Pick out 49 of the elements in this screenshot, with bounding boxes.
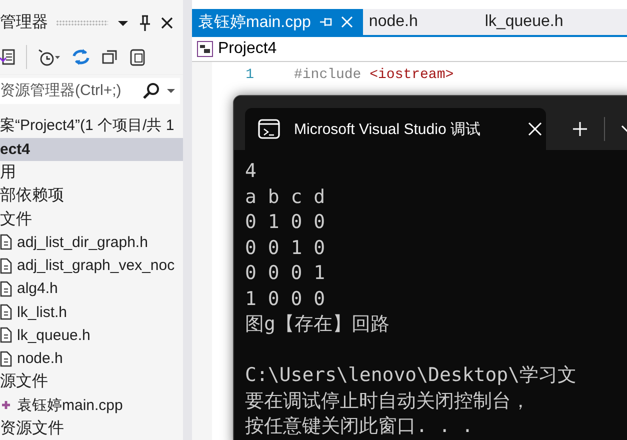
editor-tab[interactable]: lk_queue.h [478,9,574,35]
collapse-icon[interactable] [101,48,119,66]
folder-name[interactable]: 部依赖项 [0,185,64,206]
file-name[interactable]: 袁钰婷main.cpp [17,396,123,415]
console-line: a b c d [245,184,326,210]
file-name[interactable]: lk_list.h [17,304,68,321]
history-icon[interactable] [37,46,61,67]
refresh-icon[interactable] [71,46,91,67]
terminal-title: Microsoft Visual Studio 调试 [294,120,482,138]
terminal-icon [258,119,280,139]
console-line: 图g【存在】回路 [245,312,390,337]
tree-row[interactable]: ect4 [0,138,183,162]
clipboard-icon[interactable] [129,46,147,67]
terminal-tab[interactable]: Microsoft Visual Studio 调试 [245,108,546,150]
project-icon [197,41,213,57]
file-name[interactable]: node.h [17,350,63,368]
console-line: 要在调试停止时自动关闭控制台， [245,388,531,414]
search-field[interactable]: 资源管理器(Ctrl+;) [0,78,180,104]
folder-name[interactable]: 资源文件 [0,418,64,439]
folder-name[interactable]: 源文件 [0,371,48,392]
tab-label: node.h [368,13,418,31]
file-name[interactable]: lk_queue.h [17,326,90,344]
tab-label: 袁钰婷main.cpp [198,12,311,32]
tab-label: lk_queue.h [484,13,564,31]
console-line: 0 0 0 1 [245,261,326,286]
console-line: 0 0 1 0 [245,236,326,260]
form-icon[interactable] [0,48,16,66]
code-line: #include <iostream> [294,66,454,85]
solution-row[interactable]: 案“Project4”(1 个项目/共 1 [0,114,183,138]
console-line: 0 1 0 0 [245,210,326,235]
line-number: 1 [244,66,255,85]
console-line: 1 0 0 0 [245,286,326,312]
folder-name[interactable]: 文件 [0,208,32,230]
new-tab-icon[interactable] [572,121,588,137]
folder-name[interactable]: 用 [0,162,16,184]
panel-title: 管理器 [0,13,48,34]
project-dropdown[interactable]: Project4 [218,40,277,58]
file-name[interactable]: adj_list_graph_vex_noc [17,257,175,274]
console-line: C:\Users\lenovo\Desktop\学习文 [245,363,578,388]
file-name[interactable]: adj_list_dir_graph.h [17,234,148,251]
console-line: 4 [245,159,258,184]
close-icon[interactable] [160,16,174,30]
project-name[interactable]: ect4 [0,140,30,158]
drag-grip [56,20,108,26]
search-icon[interactable] [142,82,160,100]
editor-tab[interactable]: node.h [362,9,479,35]
file-name[interactable]: alg4.h [17,280,58,298]
pin-icon[interactable] [138,14,152,32]
console-line: 按任意键关闭此窗口. . . [245,414,474,439]
